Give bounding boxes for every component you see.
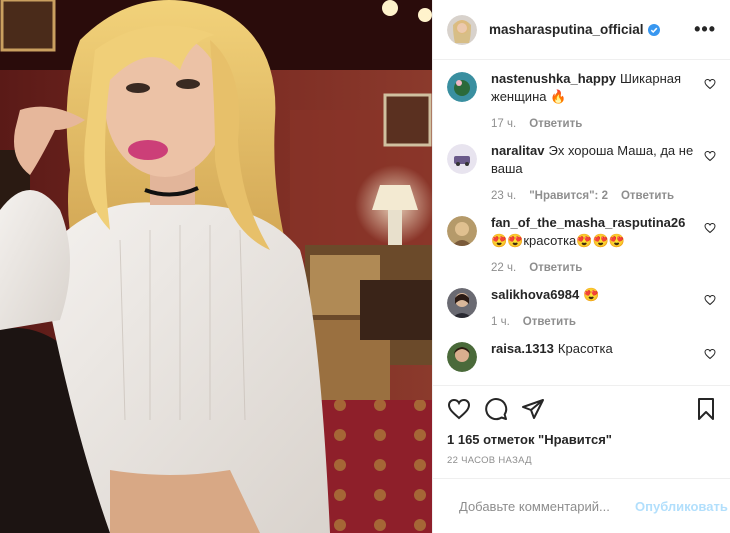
- action-icons: [447, 394, 718, 424]
- comment-time[interactable]: 22 ч.: [491, 262, 516, 274]
- reply-button[interactable]: Ответить: [529, 262, 582, 274]
- like-heart-icon[interactable]: [447, 397, 471, 421]
- post-timestamp[interactable]: 22 часов назад: [447, 455, 718, 466]
- avatar-image: [447, 14, 477, 45]
- comment-item: naralitav Эх хороша Маша, да не ваша 23 ч…: [447, 142, 716, 202]
- comment-username[interactable]: fan_of_the_masha_rasputina26: [491, 215, 685, 230]
- author-avatar[interactable]: [447, 14, 477, 45]
- avatar-image: [447, 288, 477, 318]
- instagram-post-view: masharasputina_official ••• nastenushka_…: [0, 0, 730, 533]
- avatar-image: [447, 342, 477, 372]
- save-bookmark-icon[interactable]: [694, 397, 718, 421]
- like-comment-heart-icon[interactable]: [704, 78, 716, 90]
- avatar-image: [447, 72, 477, 102]
- comment-username[interactable]: salikhova6984: [491, 287, 579, 302]
- commenter-avatar[interactable]: [447, 342, 477, 372]
- post-photo[interactable]: [0, 0, 432, 533]
- comment-time[interactable]: 23 ч.: [491, 190, 516, 202]
- post-actions: 1 165 отметок "Нравится" 22 часов назад: [433, 385, 730, 466]
- author-username[interactable]: masharasputina_official: [489, 22, 644, 37]
- post-side-panel: masharasputina_official ••• nastenushka_…: [432, 0, 730, 533]
- comment-meta: 22 ч. Ответить: [491, 262, 694, 274]
- commenter-avatar[interactable]: [447, 288, 477, 318]
- comment-bubble-icon[interactable]: [484, 397, 508, 421]
- commenter-avatar[interactable]: [447, 216, 477, 246]
- reply-button[interactable]: Ответить: [523, 316, 576, 328]
- comment-meta: 17 ч. Ответить: [491, 118, 694, 130]
- comment-item: fan_of_the_masha_rasputina26 😍😍красотка😍😍…: [447, 214, 716, 274]
- comment-text: 😍😍красотка😍😍😍: [491, 233, 625, 248]
- like-comment-heart-icon[interactable]: [704, 348, 716, 360]
- comment-text: Красотка: [557, 341, 613, 356]
- post-image: [0, 0, 432, 533]
- reply-button[interactable]: Ответить: [529, 118, 582, 130]
- comment-text: 😍: [583, 287, 600, 302]
- like-comment-heart-icon[interactable]: [704, 294, 716, 306]
- verified-badge-icon: [647, 23, 660, 36]
- comment-item: raisa.1313 Красотка: [447, 340, 716, 372]
- comment-username[interactable]: naralitav: [491, 143, 544, 158]
- comments-list[interactable]: nastenushka_happy Шикарная женщина 🔥 17 ч…: [433, 60, 730, 385]
- comment-input[interactable]: [459, 498, 635, 514]
- comment-meta: 1 ч. Ответить: [491, 316, 694, 328]
- likes-count[interactable]: 1 165 отметок "Нравится": [447, 432, 718, 447]
- commenter-avatar[interactable]: [447, 144, 477, 174]
- commenter-avatar[interactable]: [447, 72, 477, 102]
- comment-item: salikhova6984 😍 1 ч. Ответить: [447, 286, 716, 328]
- comment-username[interactable]: raisa.1313: [491, 341, 554, 356]
- post-header: masharasputina_official •••: [433, 0, 730, 60]
- share-paper-plane-icon[interactable]: [521, 397, 545, 421]
- comment-likes[interactable]: "Нравится": 2: [529, 190, 608, 202]
- like-comment-heart-icon[interactable]: [704, 150, 716, 162]
- comment-username[interactable]: nastenushka_happy: [491, 71, 616, 86]
- comment-meta: 23 ч. "Нравится": 2 Ответить: [491, 190, 694, 202]
- comment-time[interactable]: 17 ч.: [491, 118, 516, 130]
- comment-time[interactable]: 1 ч.: [491, 316, 510, 328]
- like-comment-heart-icon[interactable]: [704, 222, 716, 234]
- avatar-image: [447, 216, 477, 246]
- reply-button[interactable]: Ответить: [621, 190, 674, 202]
- avatar-image: [447, 144, 477, 174]
- comment-item: nastenushka_happy Шикарная женщина 🔥 17 ч…: [447, 70, 716, 130]
- add-comment-bar: Опубликовать: [433, 478, 730, 533]
- publish-button[interactable]: Опубликовать: [635, 499, 728, 514]
- more-options-button[interactable]: •••: [694, 19, 716, 40]
